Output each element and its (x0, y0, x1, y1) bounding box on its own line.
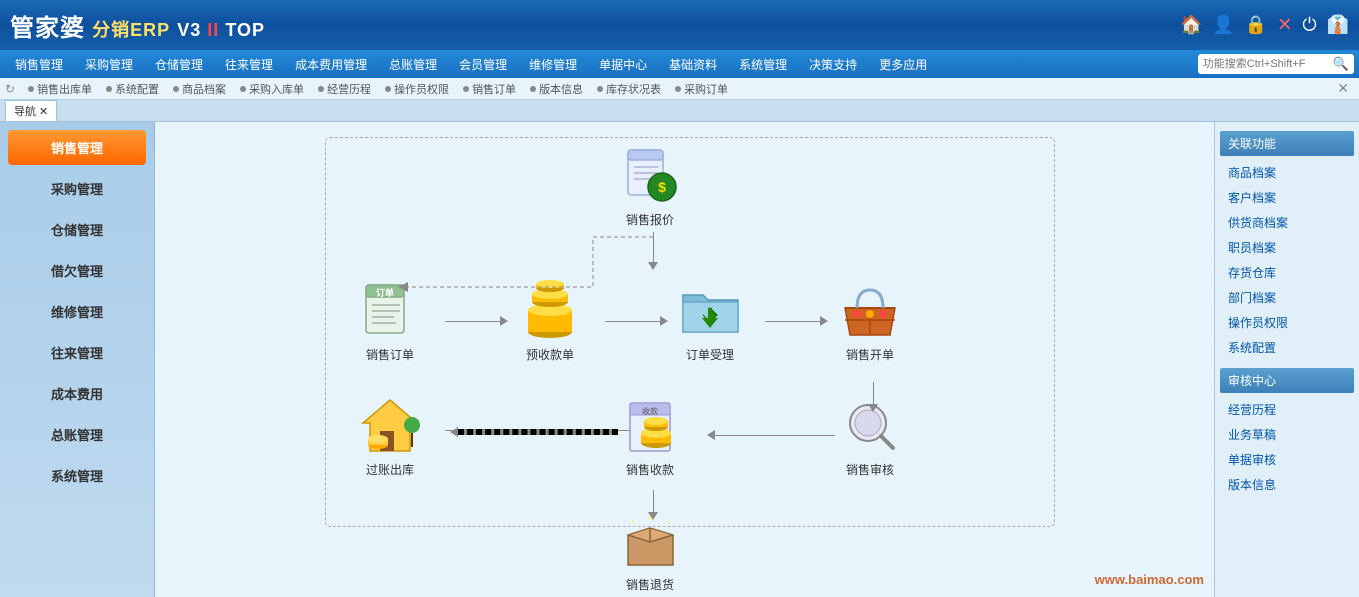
refresh-icon[interactable]: ↻ (5, 82, 15, 96)
navbar: 销售管理 采购管理 仓储管理 往来管理 成本费用管理 总账管理 会员管理 维修管… (0, 50, 1359, 78)
user-icon[interactable]: 👔 (1327, 15, 1349, 36)
logo-brand: 管家婆 (10, 15, 85, 42)
right-panel: 关联功能 商品档案 客户档案 供货商档案 职员档案 存货仓库 部门档案 操作员权… (1214, 122, 1359, 597)
flow-order-accept[interactable]: 订单受理 (675, 277, 745, 363)
sidebar-item-sales[interactable]: 销售管理 (8, 130, 146, 165)
tab-sales-outbound[interactable]: 销售出库单 (22, 79, 98, 99)
link-system-config[interactable]: 系统配置 (1220, 335, 1354, 360)
pass-out-icon (355, 392, 425, 457)
logo-version: V3 II TOP (177, 20, 265, 40)
flow-sales-quote[interactable]: $ 销售报价 (615, 142, 685, 228)
tab-purchase-inbound[interactable]: 采购入库单 (234, 79, 310, 99)
nav-member[interactable]: 会员管理 (449, 52, 517, 77)
close-tabbar-button[interactable]: ✕ (1332, 80, 1354, 97)
link-operator-permission[interactable]: 操作员权限 (1220, 310, 1354, 335)
tab-sales-order[interactable]: 销售订单 (457, 79, 522, 99)
sidebar-item-ledger[interactable]: 总账管理 (8, 417, 146, 452)
header: 管家婆 分销ERP V3 II TOP 🏠 👤 🔒 ✕ ⏻ 👔 (0, 0, 1359, 50)
sidebar-item-purchase[interactable]: 采购管理 (8, 171, 146, 206)
link-product-file[interactable]: 商品档案 (1220, 160, 1354, 185)
sales-quote-icon: $ (615, 142, 685, 207)
logo-sub: 分销ERP (92, 20, 170, 40)
tab-business-history[interactable]: 经营历程 (312, 79, 377, 99)
sidebar-item-transactions[interactable]: 往来管理 (8, 335, 146, 370)
order-accept-icon (675, 277, 745, 342)
sales-payment-icon: 收款 (615, 392, 685, 457)
nav-transactions[interactable]: 往来管理 (215, 52, 283, 77)
prepay-order-label: 预收款单 (526, 346, 574, 363)
link-document-audit[interactable]: 单据审核 (1220, 447, 1354, 472)
nav-tab-bar: 导航 ✕ (0, 100, 1359, 122)
flow-pass-out[interactable]: 过账出库 (355, 392, 425, 478)
watermark: www.baimao.com (1095, 572, 1204, 587)
tabbar: ↻ 销售出库单 系统配置 商品档案 采购入库单 经营历程 操作员权限 销售订单 … (0, 78, 1359, 100)
nav-cost[interactable]: 成本费用管理 (285, 52, 377, 77)
pass-out-label: 过账出库 (366, 461, 414, 478)
power-icon[interactable]: ⏻ (1302, 15, 1316, 36)
search-input[interactable] (1203, 58, 1333, 70)
sales-open-icon (835, 277, 905, 342)
sidebar-item-debt[interactable]: 借欠管理 (8, 253, 146, 288)
tab-purchase-order[interactable]: 采购订单 (669, 79, 734, 99)
close-circle-icon[interactable]: ✕ (1277, 15, 1292, 36)
tab-version-info[interactable]: 版本信息 (524, 79, 589, 99)
svg-text:收款: 收款 (642, 406, 658, 416)
link-customer-file[interactable]: 客户档案 (1220, 185, 1354, 210)
sales-open-label: 销售开单 (846, 346, 894, 363)
sidebar-item-repair[interactable]: 维修管理 (8, 294, 146, 329)
link-supplier-file[interactable]: 供货商档案 (1220, 210, 1354, 235)
sidebar-item-system[interactable]: 系统管理 (8, 458, 146, 493)
svg-text:$: $ (658, 179, 666, 195)
link-business-history[interactable]: 经营历程 (1220, 397, 1354, 422)
header-icons: 🏠 👤 🔒 ✕ ⏻ 👔 (1180, 15, 1349, 36)
nav-tab-guide[interactable]: 导航 ✕ (5, 100, 57, 121)
flow-sales-payment[interactable]: 收款 销售收款 (615, 392, 685, 478)
link-employee-file[interactable]: 职员档案 (1220, 235, 1354, 260)
sidebar-item-cost[interactable]: 成本费用 (8, 376, 146, 411)
related-functions-title: 关联功能 (1220, 131, 1354, 156)
search-box[interactable]: 🔍 (1198, 54, 1354, 74)
home-icon[interactable]: 🏠 (1180, 15, 1202, 36)
lock-icon[interactable]: 🔒 (1245, 15, 1267, 36)
nav-more[interactable]: 更多应用 (869, 52, 937, 77)
sales-quote-label: 销售报价 (626, 211, 674, 228)
logo: 管家婆 分销ERP V3 II TOP (10, 8, 265, 43)
tab-system-config[interactable]: 系统配置 (100, 79, 165, 99)
sales-audit-label: 销售审核 (846, 461, 894, 478)
nav-system[interactable]: 系统管理 (729, 52, 797, 77)
flow-diagram: $ 销售报价 订单 (155, 122, 1214, 597)
person-icon[interactable]: 👤 (1212, 15, 1234, 36)
nav-maintenance[interactable]: 维修管理 (519, 52, 587, 77)
audit-center-title: 审核中心 (1220, 368, 1354, 393)
nav-decision[interactable]: 决策支持 (799, 52, 867, 77)
sales-order-label: 销售订单 (366, 346, 414, 363)
search-icon[interactable]: 🔍 (1333, 56, 1349, 72)
nav-warehouse[interactable]: 仓储管理 (145, 52, 213, 77)
nav-ledger[interactable]: 总账管理 (379, 52, 447, 77)
nav-documents[interactable]: 单据中心 (589, 52, 657, 77)
tab-product-file[interactable]: 商品档案 (167, 79, 232, 99)
nav-basic[interactable]: 基础资料 (659, 52, 727, 77)
order-accept-label: 订单受理 (686, 346, 734, 363)
sales-payment-label: 销售收款 (626, 461, 674, 478)
link-version-info[interactable]: 版本信息 (1220, 472, 1354, 497)
tab-inventory-status[interactable]: 库存状况表 (591, 79, 667, 99)
content-area: $ 销售报价 订单 (155, 122, 1214, 597)
sidebar: 销售管理 采购管理 仓储管理 借欠管理 维修管理 往来管理 成本费用 总账管理 … (0, 122, 155, 597)
sidebar-item-warehouse[interactable]: 仓储管理 (8, 212, 146, 247)
link-department-file[interactable]: 部门档案 (1220, 285, 1354, 310)
sales-return-label: 销售退货 (626, 576, 674, 593)
flow-sales-open[interactable]: 销售开单 (835, 277, 905, 363)
nav-sales[interactable]: 销售管理 (5, 52, 73, 77)
nav-purchase[interactable]: 采购管理 (75, 52, 143, 77)
link-inventory-warehouse[interactable]: 存货仓库 (1220, 260, 1354, 285)
tab-operator-permission[interactable]: 操作员权限 (379, 79, 455, 99)
main-content: 销售管理 采购管理 仓储管理 借欠管理 维修管理 往来管理 成本费用 总账管理 … (0, 122, 1359, 597)
link-business-draft[interactable]: 业务草稿 (1220, 422, 1354, 447)
